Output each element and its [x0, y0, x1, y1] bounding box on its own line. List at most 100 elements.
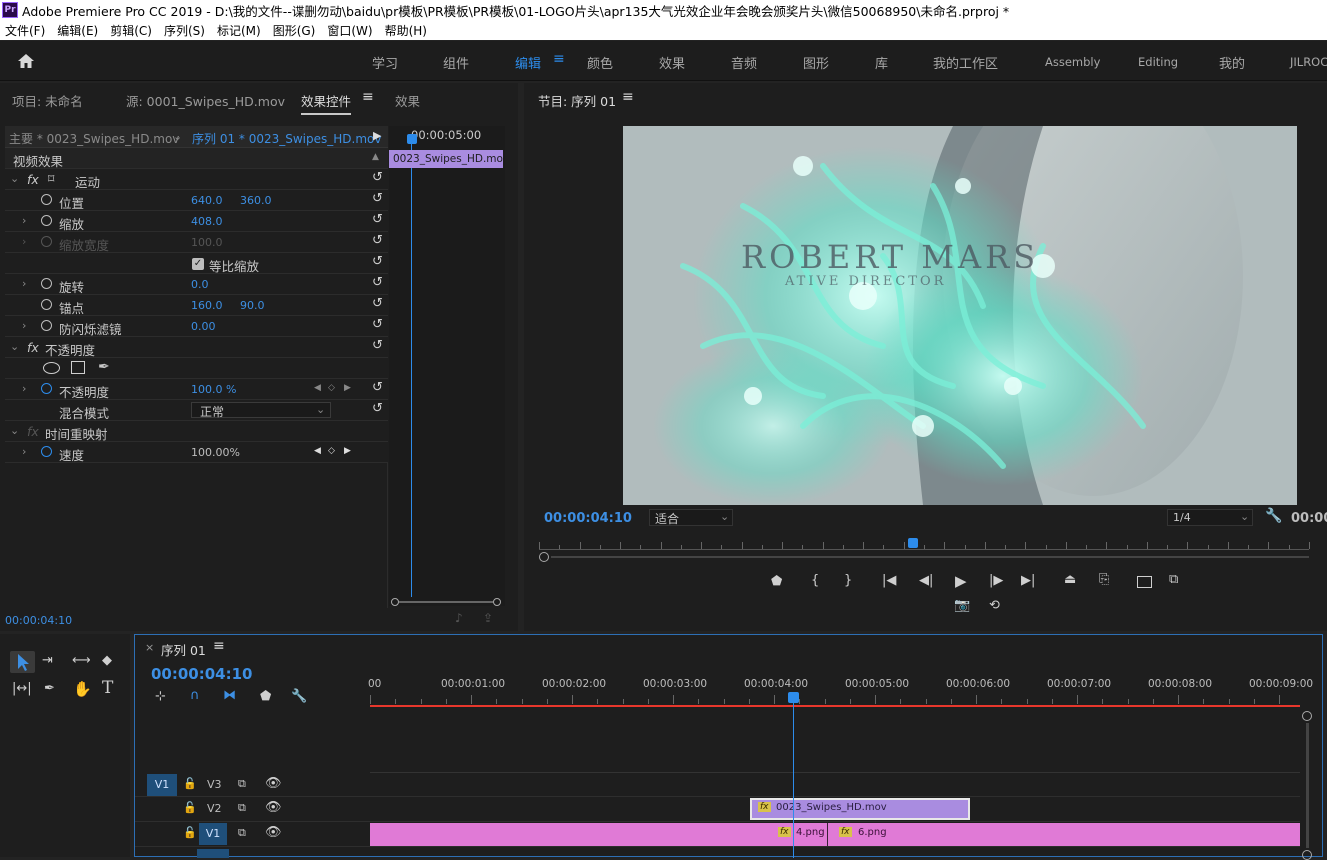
work-area-bar[interactable] — [370, 705, 1300, 707]
reset-icon[interactable]: ↺ — [372, 191, 383, 206]
lock-icon[interactable]: 🔓 — [183, 801, 197, 814]
extract-icon[interactable]: ⎘ — [1099, 572, 1109, 587]
workspace-graphics[interactable]: 图形 — [803, 53, 829, 72]
rotation-value[interactable]: 0.0 — [191, 278, 209, 291]
timeline-timecode[interactable]: 00:00:04:10 — [151, 665, 253, 683]
pen-tool-icon[interactable]: ✒ — [44, 681, 55, 696]
close-icon[interactable]: × — [145, 641, 154, 654]
collapse-up-icon[interactable]: ▲ — [372, 152, 379, 162]
program-playhead[interactable] — [908, 538, 918, 548]
workspace-editing-cn[interactable]: 编辑 — [515, 53, 541, 72]
sync-lock-icon[interactable]: ⧉ — [238, 826, 246, 840]
workspace-effects[interactable]: 效果 — [659, 53, 685, 72]
reset-icon[interactable]: ↺ — [372, 170, 383, 185]
tab-effects[interactable]: 效果 — [395, 91, 420, 110]
workspace-editing[interactable]: Editing — [1138, 55, 1178, 69]
workspace-library[interactable]: 库 — [875, 53, 888, 72]
add-marker-icon[interactable]: ⬟ — [771, 574, 782, 589]
chevron-right-icon[interactable]: › — [22, 277, 26, 290]
stopwatch-icon[interactable] — [41, 278, 52, 289]
chevron-right-icon[interactable]: › — [22, 214, 26, 227]
panel-menu-icon[interactable]: ≡ — [213, 638, 225, 654]
uniform-scale-checkbox[interactable]: ✓ — [192, 258, 204, 270]
fit-select[interactable]: 适合 ⌄ — [649, 509, 733, 526]
position-x-value[interactable]: 640.0 — [191, 194, 223, 207]
snap-magnet-icon[interactable]: ∩ — [190, 688, 200, 703]
eye-icon[interactable]: 👁 — [265, 776, 282, 791]
export-frame-camera-icon[interactable]: 📷 — [954, 598, 970, 613]
track-select-icon[interactable]: ⇥ — [42, 653, 53, 668]
fx-icon[interactable]: fx — [27, 340, 39, 355]
ellipse-mask-icon[interactable] — [43, 362, 60, 374]
eye-icon[interactable]: 👁 — [265, 800, 282, 815]
pen-mask-icon[interactable]: ✒ — [98, 359, 110, 375]
program-scrollbar[interactable] — [551, 556, 1309, 558]
opacity-section-row[interactable]: ⌄ fx 不透明度 ↺ — [5, 337, 388, 358]
menu-clip[interactable]: 剪辑(C) — [110, 22, 152, 39]
fx-badge[interactable]: fx — [758, 802, 771, 812]
speed-value[interactable]: 100.00% — [191, 446, 240, 459]
lock-icon[interactable]: 🔓 — [183, 826, 197, 839]
nest-toggle-icon[interactable]: ⊹ — [155, 689, 166, 704]
share-icon[interactable]: ⇪ — [483, 611, 493, 625]
lift-icon[interactable]: ⏏ — [1064, 572, 1076, 587]
linked-selection-icon[interactable]: ⧓ — [223, 688, 236, 703]
reset-icon[interactable]: ↺ — [372, 338, 383, 353]
workspace-menu-icon[interactable]: ≡ — [553, 51, 565, 67]
track-name-v3[interactable]: V3 — [207, 778, 222, 791]
clip-v2[interactable]: fx 0023_Swipes_HD.mov — [750, 798, 970, 820]
stopwatch-icon[interactable] — [41, 299, 52, 310]
tab-project[interactable]: 项目: 未命名 — [12, 91, 83, 110]
workspace-color[interactable]: 颜色 — [587, 53, 613, 72]
tab-source[interactable]: 源: 0001_Swipes_HD.mov — [126, 91, 285, 110]
reset-icon[interactable]: ↺ — [372, 296, 383, 311]
scroll-start-handle[interactable] — [539, 552, 549, 562]
play-triangle-icon[interactable]: ▶ — [373, 129, 381, 142]
sequence-clip-label[interactable]: 序列 01 * 0023_Swipes_HD.mov — [192, 130, 381, 147]
menu-marker[interactable]: 标记(M) — [217, 22, 261, 39]
track-name-v2[interactable]: V2 — [207, 802, 222, 815]
chevron-right-icon[interactable]: › — [22, 319, 26, 332]
time-remap-row[interactable]: ⌄ fx 时间重映射 — [5, 421, 388, 442]
add-keyframe-icon[interactable]: ◇ — [328, 446, 335, 456]
panel-menu-icon[interactable]: ≡ — [362, 89, 374, 105]
eye-icon[interactable]: 👁 — [265, 825, 282, 840]
fx-badge[interactable]: fx — [839, 827, 852, 837]
video-frame[interactable]: ROBERT MARS ATIVE DIRECTOR — [623, 126, 1297, 505]
position-y-value[interactable]: 360.0 — [240, 194, 272, 207]
clip-v1-base[interactable] — [370, 823, 1300, 846]
timeline-ruler[interactable]: 00 00:00:01:00 00:00:02:00 00:00:03:00 00:00… — [368, 675, 1313, 705]
hand-tool-icon[interactable]: ✋ — [73, 680, 92, 698]
go-to-out-icon[interactable]: ▶| — [1021, 573, 1035, 588]
add-keyframe-icon[interactable]: ◇ — [328, 383, 335, 393]
reset-icon[interactable]: ↺ — [372, 401, 383, 416]
lock-icon[interactable]: 🔓 — [183, 777, 197, 790]
reset-icon[interactable]: ↺ — [372, 212, 383, 227]
panel-menu-icon[interactable]: ≡ — [622, 89, 634, 105]
comparison-view-icon[interactable]: ⧉ — [1169, 572, 1178, 587]
anchor-y-value[interactable]: 90.0 — [240, 299, 265, 312]
source-patch-v1[interactable]: V1 — [147, 774, 177, 796]
mini-scrollbar[interactable] — [389, 598, 505, 606]
razor-icon[interactable]: ◆ — [102, 653, 112, 668]
fx-badge[interactable]: fx — [778, 827, 791, 837]
prev-keyframe-icon[interactable]: ◀ — [314, 383, 321, 393]
rectangle-mask-icon[interactable] — [71, 361, 85, 374]
mini-playhead-marker[interactable] — [407, 134, 417, 144]
anchor-x-value[interactable]: 160.0 — [191, 299, 223, 312]
step-forward-icon[interactable]: |▶ — [989, 573, 1003, 588]
chevron-down-icon[interactable]: ⌄ — [10, 172, 19, 185]
prev-keyframe-icon[interactable]: ◀ — [314, 446, 321, 456]
stopwatch-icon[interactable] — [41, 320, 52, 331]
audio-export-icon[interactable]: ♪ — [455, 611, 463, 625]
sequence-tab[interactable]: 序列 01 — [161, 640, 206, 659]
stopwatch-icon[interactable] — [41, 194, 52, 205]
add-marker-icon[interactable]: ⬟ — [260, 689, 271, 704]
sync-lock-icon[interactable]: ⧉ — [238, 801, 246, 815]
chevron-right-icon[interactable]: › — [22, 445, 26, 458]
chevron-down-icon[interactable]: ⌄ — [10, 340, 19, 353]
tab-effect-controls[interactable]: 效果控件 — [301, 91, 352, 115]
mark-in-icon[interactable]: { — [811, 573, 819, 588]
menu-window[interactable]: 窗口(W) — [327, 22, 372, 39]
program-monitor-title[interactable]: 节目: 序列 01 — [538, 91, 616, 110]
